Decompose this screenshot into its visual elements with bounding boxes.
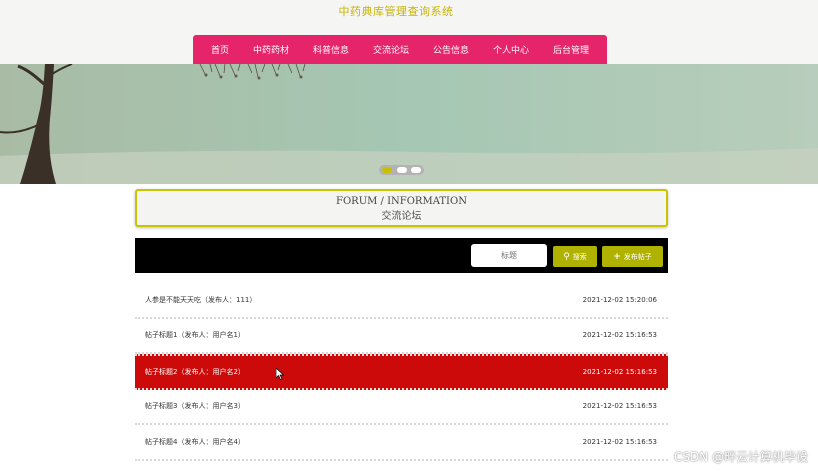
search-button[interactable]: ⚲ 搜索: [553, 246, 597, 267]
post-time: 2021-12-02 15:16:53: [582, 402, 657, 411]
carousel-dot-3[interactable]: [411, 167, 421, 173]
forum-title-cn: 交流论坛: [381, 211, 422, 222]
carousel-indicators: [379, 165, 424, 175]
search-toolbar: ⚲ 搜索 + 发布帖子: [135, 238, 668, 273]
post-title: 帖子标题2（发布人：用户名2）: [145, 367, 245, 376]
forum-section-title: FORUM / INFORMATION 交流论坛: [135, 189, 668, 227]
watermark: CSDN @畔云计算机毕设: [673, 450, 808, 464]
forum-title-en: FORUM / INFORMATION: [336, 196, 467, 207]
post-time: 2021-12-02 15:16:53: [582, 367, 657, 376]
nav-item-medicines[interactable]: 中药药材: [251, 43, 291, 56]
carousel-dot-2[interactable]: [396, 167, 407, 173]
post-row[interactable]: 帖子标题4（发布人：用户名4） 2021-12-02 15:16:53: [135, 425, 668, 461]
plus-icon: +: [613, 251, 621, 262]
post-button-label: 发布帖子: [623, 252, 652, 261]
post-time: 2021-12-02 15:16:53: [582, 331, 657, 340]
nav-item-personal-center[interactable]: 个人中心: [491, 43, 531, 56]
nav-item-announcements[interactable]: 公告信息: [431, 43, 471, 56]
post-title: 帖子标题4（发布人：用户名4）: [145, 437, 245, 446]
nav-item-home[interactable]: 首页: [209, 43, 231, 56]
mouse-cursor-icon: [276, 368, 284, 380]
post-row[interactable]: 人参是不能天天吃（发布人：111） 2021-12-02 15:20:06: [135, 283, 668, 319]
nav-item-forum[interactable]: 交流论坛: [371, 43, 411, 56]
title-search-input[interactable]: [471, 244, 547, 267]
post-time: 2021-12-02 15:20:06: [582, 295, 657, 304]
post-row-hovered[interactable]: 帖子标题2（发布人：用户名2） 2021-12-02 15:16:53: [135, 354, 668, 390]
post-title: 帖子标题3（发布人：用户名3）: [145, 402, 245, 411]
post-row[interactable]: 帖子标题3（发布人：用户名3） 2021-12-02 15:16:53: [135, 390, 668, 425]
search-button-label: 搜索: [572, 252, 587, 261]
post-row[interactable]: 帖子标题1（发布人：用户名1） 2021-12-02 15:16:53: [135, 319, 668, 354]
banner-carousel: [0, 64, 818, 184]
post-time: 2021-12-02 15:16:53: [582, 437, 657, 446]
nav-item-science-info[interactable]: 科普信息: [311, 43, 351, 56]
post-title: 人参是不能天天吃（发布人：111）: [145, 295, 257, 304]
site-title: 中药典库管理查询系统: [338, 5, 454, 18]
carousel-dot-1[interactable]: [382, 167, 392, 173]
search-icon: ⚲: [563, 251, 570, 262]
main-nav: 首页 中药药材 科普信息 交流论坛 公告信息 个人中心 后台管理: [193, 35, 607, 64]
post-list: 人参是不能天天吃（发布人：111） 2021-12-02 15:20:06 帖子…: [135, 283, 668, 461]
post-title: 帖子标题1（发布人：用户名1）: [145, 331, 245, 340]
nav-item-admin[interactable]: 后台管理: [551, 43, 591, 56]
post-button[interactable]: + 发布帖子: [602, 246, 663, 267]
